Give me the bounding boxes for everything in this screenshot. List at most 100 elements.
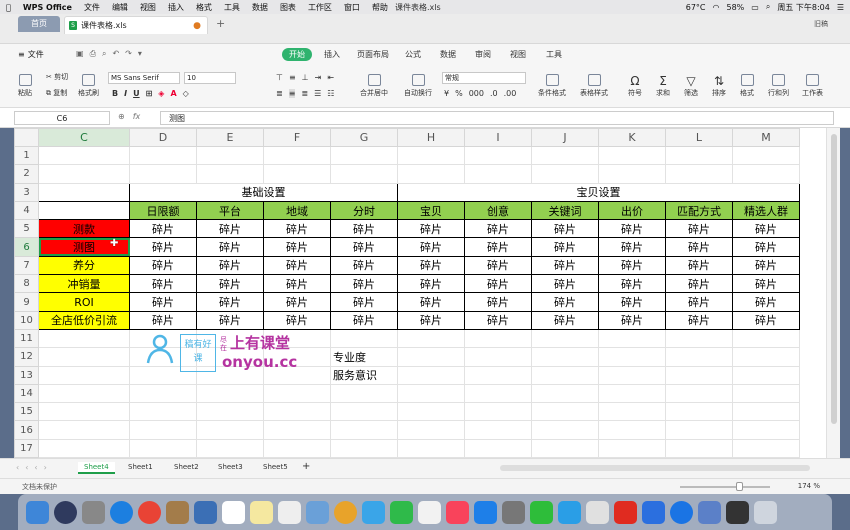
cell[interactable]: [732, 438, 800, 458]
value-cell[interactable]: 碎片: [397, 255, 465, 276]
thousands-icon[interactable]: 000: [469, 89, 484, 98]
facetime-icon[interactable]: [390, 500, 413, 524]
dropdown-icon[interactable]: ▾: [138, 49, 142, 59]
value-cell[interactable]: 碎片: [397, 219, 465, 239]
value-cell[interactable]: 碎片: [464, 310, 532, 330]
photos-icon[interactable]: [334, 500, 357, 524]
value-cell[interactable]: 碎片: [665, 292, 733, 312]
cell[interactable]: [598, 383, 666, 404]
value-cell[interactable]: 碎片: [732, 255, 800, 276]
name-box[interactable]: C6: [14, 111, 110, 125]
cell[interactable]: [531, 420, 599, 440]
new-tab-plus-icon[interactable]: +: [216, 17, 225, 30]
row-label-cell[interactable]: 测款: [38, 219, 130, 239]
cell[interactable]: [38, 347, 130, 367]
group-header-product[interactable]: 宝贝设置: [397, 182, 800, 202]
menu-view[interactable]: 视图: [134, 2, 162, 13]
value-cell[interactable]: 碎片: [196, 292, 264, 312]
cell[interactable]: [598, 420, 666, 440]
col-header-d[interactable]: D: [129, 128, 197, 147]
sheet-tab-sheet3[interactable]: Sheet3: [218, 463, 243, 471]
cell[interactable]: [38, 164, 130, 184]
cell[interactable]: [464, 328, 532, 349]
cell[interactable]: [531, 365, 599, 385]
file-menu-button[interactable]: ≡ 文件: [18, 49, 44, 60]
align-left-icon[interactable]: ≣: [276, 89, 283, 98]
sheet-tab-sheet2[interactable]: Sheet2: [174, 463, 199, 471]
music-icon[interactable]: [446, 500, 469, 524]
print-icon[interactable]: ⎙: [90, 49, 96, 59]
outdent-icon[interactable]: ⇤: [327, 73, 334, 82]
value-cell[interactable]: 碎片: [397, 237, 465, 257]
cell[interactable]: [598, 365, 666, 385]
menu-file[interactable]: 文件: [78, 2, 106, 13]
row-header[interactable]: 6: [14, 237, 39, 257]
header-cell[interactable]: 创意: [464, 200, 532, 221]
group-header-basic[interactable]: 基础设置: [129, 182, 398, 202]
cell[interactable]: [732, 145, 800, 166]
value-cell[interactable]: 碎片: [196, 219, 264, 239]
value-cell[interactable]: 碎片: [598, 237, 666, 257]
cell[interactable]: [598, 328, 666, 349]
cell[interactable]: [464, 438, 532, 458]
cell[interactable]: [196, 420, 264, 440]
zoom-level[interactable]: 174 %: [798, 482, 820, 490]
merge-center-button[interactable]: 合并居中: [360, 74, 388, 98]
zoom-formula-icon[interactable]: ⊕: [118, 112, 125, 121]
filter-button[interactable]: ▽ 筛选: [684, 74, 698, 98]
calendar-icon[interactable]: [222, 500, 245, 524]
copy-button[interactable]: ⧉ 复制: [46, 88, 67, 98]
row-header[interactable]: 5: [14, 219, 39, 239]
value-cell[interactable]: 碎片: [464, 274, 532, 294]
value-cell[interactable]: 碎片: [263, 219, 331, 239]
cell[interactable]: [464, 347, 532, 367]
value-cell[interactable]: 碎片: [129, 219, 197, 239]
conditional-format-button[interactable]: 条件格式: [538, 74, 566, 98]
value-cell[interactable]: 碎片: [464, 219, 532, 239]
trash-icon[interactable]: [754, 500, 777, 524]
menu-format[interactable]: 格式: [190, 2, 218, 13]
sort-button[interactable]: ⇅ 排序: [712, 74, 726, 98]
preview-app-icon[interactable]: [586, 500, 609, 524]
indent-icon[interactable]: ⇥: [315, 73, 322, 82]
cell[interactable]: [464, 145, 532, 166]
cell[interactable]: [397, 145, 465, 166]
cell[interactable]: [129, 164, 197, 184]
value-cell[interactable]: 碎片: [196, 310, 264, 330]
value-cell[interactable]: 碎片: [732, 274, 800, 294]
value-cell[interactable]: 碎片: [330, 237, 398, 257]
cell[interactable]: [397, 328, 465, 349]
cell[interactable]: [732, 347, 800, 367]
menu-app[interactable]: WPS Office: [17, 3, 78, 12]
menu-edit[interactable]: 编辑: [106, 2, 134, 13]
launchpad-icon[interactable]: [82, 500, 105, 524]
wps-writer-icon[interactable]: [642, 500, 665, 524]
cell[interactable]: [732, 164, 800, 184]
justify-icon[interactable]: ☰: [314, 89, 321, 98]
row-header[interactable]: 9: [14, 292, 39, 312]
mail-icon[interactable]: [194, 500, 217, 524]
align-right-icon[interactable]: ≣: [301, 89, 308, 98]
col-header-i[interactable]: I: [464, 128, 532, 147]
cell[interactable]: [38, 182, 130, 202]
cell[interactable]: [531, 383, 599, 404]
row-header[interactable]: 14: [14, 383, 39, 404]
decimal-inc-icon[interactable]: .0: [490, 89, 498, 98]
cell[interactable]: [196, 145, 264, 166]
symbol-button[interactable]: Ω 符号: [628, 74, 642, 98]
row-header[interactable]: 15: [14, 402, 39, 422]
value-cell[interactable]: 碎片: [129, 237, 197, 257]
font-size-select[interactable]: 10: [184, 72, 236, 84]
value-cell[interactable]: 碎片: [129, 255, 197, 276]
finder-icon[interactable]: [26, 500, 49, 524]
row-label-cell[interactable]: 全店低价引流: [38, 310, 130, 330]
align-bottom-icon[interactable]: ⊥: [302, 73, 309, 82]
wifi-icon[interactable]: ◠: [713, 3, 720, 12]
col-header-f[interactable]: F: [263, 128, 331, 147]
cell[interactable]: [665, 328, 733, 349]
rowcol-button[interactable]: 行和列: [768, 74, 789, 98]
border-icon[interactable]: ⊞: [146, 89, 153, 98]
cell[interactable]: [263, 383, 331, 404]
format-painter-button[interactable]: 格式刷: [78, 74, 99, 98]
value-cell[interactable]: 碎片: [665, 310, 733, 330]
